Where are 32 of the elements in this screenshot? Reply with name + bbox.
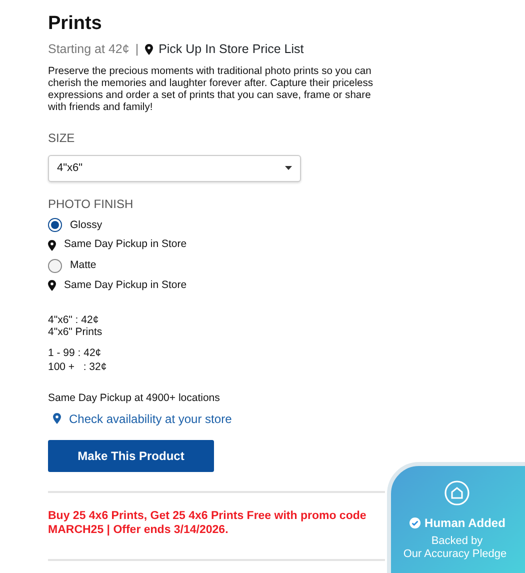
price-tier-text: 1 - 99 : 42¢: [48, 346, 102, 360]
caret-icon: [285, 166, 292, 170]
badge-subtitle: Our Accuracy Pledge: [402, 548, 508, 561]
option-label[interactable]: Glossy: [70, 218, 102, 234]
badge-subtitle: Backed by: [430, 535, 484, 548]
make-product-button[interactable]: Make This Product: [48, 440, 214, 472]
radio-button[interactable]: [48, 218, 62, 232]
separator: |: [135, 41, 139, 58]
pin-icon: [48, 280, 56, 292]
option-label[interactable]: Matte: [70, 258, 96, 274]
price-tier-text: 100 + : 32¢: [48, 360, 108, 374]
description: Preserve the precious moments with traditional photo prints so you can cherish the memories and laughter forever after. Capture their priceless expressions and order a set of prints that you can save, frame or share with friends and family!: [48, 66, 374, 115]
price-text: 4"x6" Prints: [48, 326, 104, 338]
badge-title: Human Added: [424, 515, 506, 532]
size-select[interactable]: 4"x6": [48, 154, 301, 182]
pickup-info: Same Day Pickup at 4900+ locations: [48, 392, 221, 404]
pickup-note: Same Day Pickup in Store: [64, 278, 187, 293]
availability-link[interactable]: Check availability at your store: [69, 410, 232, 428]
pin-icon: [48, 240, 56, 251]
check-icon: [408, 517, 421, 529]
promo-text: Buy 25 4x6 Prints, Get 25 4x6 Prints Free with promo code MARCH25 | Offer ends 3/14/2026.: [48, 508, 368, 538]
starting-price: Starting at 42¢: [48, 41, 130, 58]
size-label: SIZE: [48, 130, 76, 147]
pin-icon: [144, 44, 153, 55]
home-icon: [444, 480, 470, 506]
pickup-note: Same Day Pickup in Store: [64, 237, 187, 252]
finish-label: PHOTO FINISH: [48, 196, 134, 213]
price-text: 4"x6" : 42¢: [48, 314, 100, 326]
pin-icon: [53, 413, 61, 424]
product-title: Prints: [48, 12, 103, 36]
radio-button[interactable]: [48, 258, 62, 273]
price-list-link[interactable]: Pick Up In Store Price List: [158, 40, 304, 59]
